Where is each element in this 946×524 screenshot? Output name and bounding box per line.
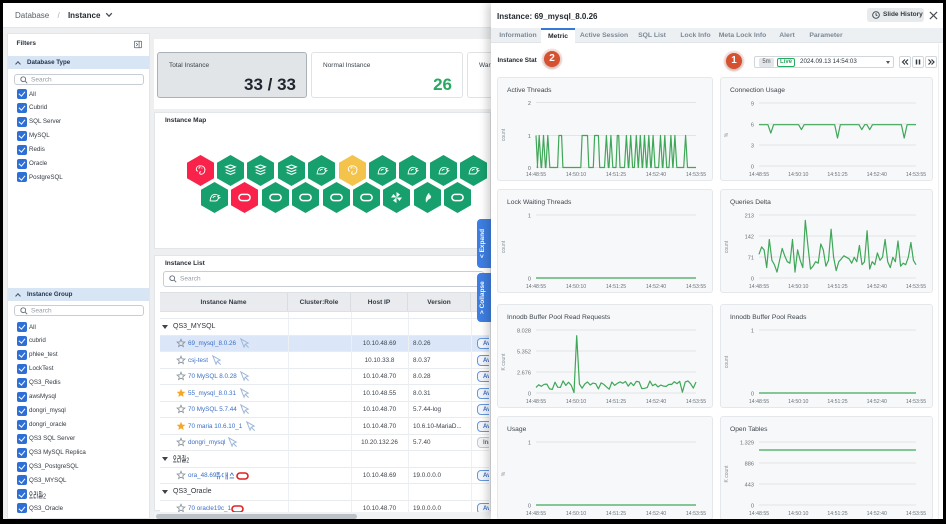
svg-text:2.676: 2.676 xyxy=(517,370,531,376)
svg-text:Connection Usage: Connection Usage xyxy=(730,87,785,94)
svg-text:1: 1 xyxy=(528,213,531,219)
svg-text:count: count xyxy=(501,240,507,253)
svg-text:Lock Waiting Threads: Lock Waiting Threads xyxy=(507,199,572,206)
svg-text:14:52:40: 14:52:40 xyxy=(646,284,666,290)
svg-text:213: 213 xyxy=(745,213,754,219)
svg-text:142: 142 xyxy=(745,234,754,240)
svg-text:14:51:25: 14:51:25 xyxy=(827,399,847,405)
svg-text:1: 1 xyxy=(751,328,754,334)
svg-text:14:53:55: 14:53:55 xyxy=(686,284,706,290)
svg-text:%: % xyxy=(724,132,730,137)
svg-text:14:50:10: 14:50:10 xyxy=(788,511,808,517)
svg-text:Innodb Buffer Pool Reads: Innodb Buffer Pool Reads xyxy=(730,314,807,321)
svg-text:count: count xyxy=(501,128,507,141)
svg-text:5.352: 5.352 xyxy=(517,349,531,355)
svg-text:14:48:55: 14:48:55 xyxy=(526,284,546,290)
svg-text:3: 3 xyxy=(751,144,754,150)
svg-text:14:48:55: 14:48:55 xyxy=(526,172,546,178)
svg-text:9: 9 xyxy=(751,102,754,108)
svg-text:Open Tables: Open Tables xyxy=(730,426,768,433)
svg-text:14:48:55: 14:48:55 xyxy=(749,511,769,517)
svg-text:14:53:55: 14:53:55 xyxy=(906,511,926,517)
svg-text:14:53:55: 14:53:55 xyxy=(686,511,706,517)
svg-text:2: 2 xyxy=(528,101,531,107)
svg-text:14:51:25: 14:51:25 xyxy=(606,399,626,405)
svg-text:14:50:10: 14:50:10 xyxy=(566,172,586,178)
svg-text:14:52:40: 14:52:40 xyxy=(646,172,666,178)
svg-text:Queries Delta: Queries Delta xyxy=(730,199,771,206)
svg-text:0: 0 xyxy=(751,504,754,510)
svg-text:14:50:10: 14:50:10 xyxy=(566,511,586,517)
svg-text:14:52:40: 14:52:40 xyxy=(646,511,666,517)
svg-text:14:51:25: 14:51:25 xyxy=(827,511,847,517)
svg-text:14:50:10: 14:50:10 xyxy=(788,399,808,405)
svg-text:14:52:40: 14:52:40 xyxy=(867,511,887,517)
svg-text:14:51:25: 14:51:25 xyxy=(606,172,626,178)
svg-text:14:51:25: 14:51:25 xyxy=(827,284,847,290)
svg-text:14:53:55: 14:53:55 xyxy=(906,284,926,290)
svg-text:443: 443 xyxy=(745,483,754,489)
svg-text:8.028: 8.028 xyxy=(517,328,531,334)
svg-text:14:50:10: 14:50:10 xyxy=(788,284,808,290)
svg-text:0: 0 xyxy=(751,391,754,397)
svg-text:14:48:55: 14:48:55 xyxy=(749,399,769,405)
svg-text:14:53:55: 14:53:55 xyxy=(686,399,706,405)
svg-text:6: 6 xyxy=(751,123,754,129)
svg-text:14:51:25: 14:51:25 xyxy=(827,172,847,178)
svg-text:14:52:40: 14:52:40 xyxy=(867,399,887,405)
svg-text:71: 71 xyxy=(748,255,754,261)
svg-text:0: 0 xyxy=(528,391,531,397)
svg-text:2: 2 xyxy=(186,456,189,464)
svg-text:Usage: Usage xyxy=(507,426,527,433)
svg-text:1.329: 1.329 xyxy=(740,441,754,447)
svg-text:Active Threads: Active Threads xyxy=(507,87,552,94)
svg-text:14:51:25: 14:51:25 xyxy=(606,284,626,290)
svg-text:14:48:55: 14:48:55 xyxy=(526,511,546,517)
svg-text:0: 0 xyxy=(528,504,531,510)
svg-text:K count: K count xyxy=(724,465,730,483)
svg-text:count: count xyxy=(724,355,730,368)
svg-text:14:48:55: 14:48:55 xyxy=(749,172,769,178)
svg-text:14:53:55: 14:53:55 xyxy=(686,172,706,178)
svg-text:14:48:55: 14:48:55 xyxy=(749,284,769,290)
svg-text:K count: K count xyxy=(501,352,507,370)
svg-text:14:52:40: 14:52:40 xyxy=(646,399,666,405)
svg-text:14:50:10: 14:50:10 xyxy=(566,284,586,290)
svg-text:count: count xyxy=(724,240,730,253)
svg-text:14:53:55: 14:53:55 xyxy=(906,399,926,405)
svg-text:0: 0 xyxy=(751,165,754,171)
svg-text:14:52:40: 14:52:40 xyxy=(867,284,887,290)
svg-text:14:52:40: 14:52:40 xyxy=(867,172,887,178)
svg-text:14:53:55: 14:53:55 xyxy=(906,172,926,178)
svg-text:1: 1 xyxy=(528,134,531,140)
svg-text:1: 1 xyxy=(528,441,531,447)
svg-text:0: 0 xyxy=(528,276,531,282)
svg-text:14:48:55: 14:48:55 xyxy=(526,399,546,405)
svg-text:14:50:10: 14:50:10 xyxy=(566,399,586,405)
svg-text:886: 886 xyxy=(745,462,754,468)
svg-text:0: 0 xyxy=(751,276,754,282)
svg-text:Innodb Buffer Pool Read Reques: Innodb Buffer Pool Read Requests xyxy=(507,314,611,321)
svg-text:14:50:10: 14:50:10 xyxy=(788,172,808,178)
svg-text:2: 2 xyxy=(43,492,46,499)
svg-text:14:51:25: 14:51:25 xyxy=(606,511,626,517)
svg-text:%: % xyxy=(501,471,507,476)
